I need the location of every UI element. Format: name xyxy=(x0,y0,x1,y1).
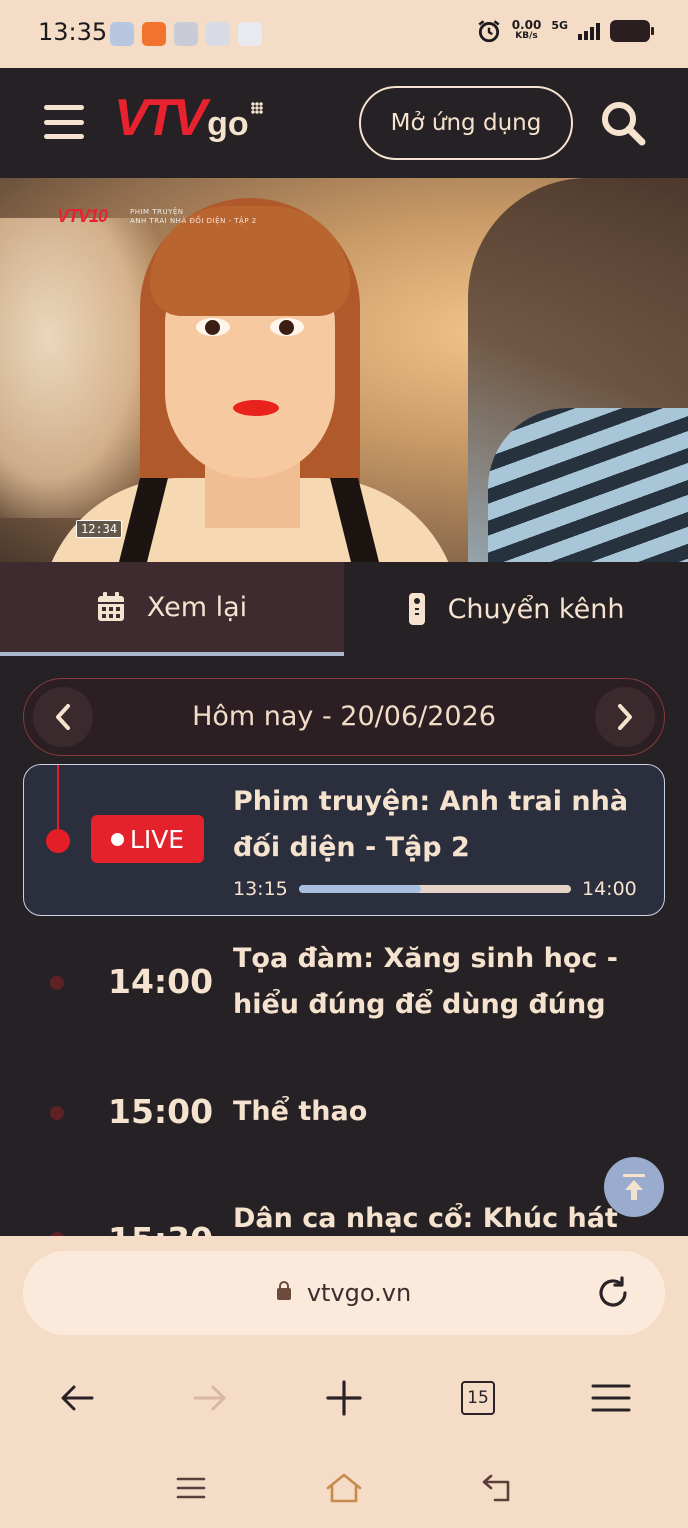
reload-icon[interactable] xyxy=(595,1275,631,1311)
tabs-button[interactable]: 15 xyxy=(448,1366,508,1430)
live-progress-bar xyxy=(299,885,571,893)
tab-replay[interactable]: Xem lại xyxy=(0,562,344,656)
plus-icon xyxy=(326,1380,362,1416)
browser-chrome: vtvgo.vn 15 xyxy=(0,1236,688,1528)
schedule-item[interactable]: 15:00 Thể thao xyxy=(0,1086,688,1146)
timeline-line xyxy=(57,765,59,837)
live-end-time: 14:00 xyxy=(582,878,637,900)
timeline-dot-live xyxy=(46,829,70,853)
chevron-right-icon xyxy=(618,704,632,730)
schedule-section: Hôm nay - 20/06/2026 LIVE Phim truyện: A… xyxy=(0,656,688,1236)
calendar-icon xyxy=(97,592,124,621)
net-speed-unit: KB/s xyxy=(515,31,538,41)
status-time: 13:35 xyxy=(38,18,108,46)
live-start-time: 13:15 xyxy=(233,878,288,900)
arrow-up-icon xyxy=(623,1174,645,1200)
home-icon xyxy=(326,1473,362,1503)
safari-app-icon xyxy=(206,22,230,46)
alarm-icon xyxy=(478,20,500,43)
caption-line-2: ANH TRAI NHÀ ĐỐI DIỆN - TẬP 2 xyxy=(130,217,257,225)
live-program-title: Phim truyện: Anh trai nhà đối diện - Tập… xyxy=(233,786,629,863)
tab-change-channel-label: Chuyển kênh xyxy=(447,593,625,625)
tab-count: 15 xyxy=(461,1381,495,1415)
vtvgo-logo[interactable]: VTV go xyxy=(114,92,263,144)
home-button[interactable] xyxy=(314,1460,374,1516)
arrow-right-icon xyxy=(193,1385,226,1411)
back-button[interactable] xyxy=(47,1366,107,1430)
eye-right xyxy=(270,318,304,336)
new-tab-button[interactable] xyxy=(314,1366,374,1430)
status-bar: 13:35 0.00 KB/s 5G xyxy=(0,0,688,68)
hamburger-menu-icon[interactable] xyxy=(44,105,84,139)
system-navigation-bar xyxy=(0,1460,688,1516)
open-app-button[interactable]: Mở ứng dụng xyxy=(359,86,573,160)
timeline-dot xyxy=(50,1106,64,1120)
program-time: 15:30 xyxy=(108,1220,213,1236)
program-title: Thể thao xyxy=(233,1096,368,1127)
menu-icon xyxy=(591,1384,631,1412)
podcast-app-icon xyxy=(174,22,198,46)
address-bar[interactable]: vtvgo.vn xyxy=(23,1251,665,1335)
timeline-dot xyxy=(50,976,64,990)
schedule-item[interactable]: 14:00 Tọa đàm: Xăng sinh học - hiểu đúng… xyxy=(0,936,688,1036)
program-time: 14:00 xyxy=(108,962,214,1001)
logo-vtv: VTV xyxy=(114,89,207,147)
channel-logo: VTV10 xyxy=(57,206,108,226)
live-badge-label: LIVE xyxy=(129,824,185,854)
notification-icons xyxy=(110,22,262,46)
program-title: Dân ca nhạc cổ: Khúc hát xyxy=(233,1203,618,1234)
recents-icon xyxy=(176,1477,206,1499)
video-player[interactable]: VTV10 PHIM TRUYỆN ANH TRAI NHÀ ĐỐI DIỆN … xyxy=(0,178,688,562)
tv-app-icon xyxy=(238,22,262,46)
battery-icon xyxy=(610,20,654,42)
browser-menu-button[interactable] xyxy=(581,1366,641,1430)
date-navigator: Hôm nay - 20/06/2026 xyxy=(23,678,665,756)
recent-apps-button[interactable] xyxy=(161,1460,221,1516)
status-right: 0.00 KB/s 5G xyxy=(476,18,654,44)
lips xyxy=(233,400,279,416)
files-app-icon xyxy=(110,22,134,46)
logo-dots-icon xyxy=(250,102,263,114)
background-light xyxy=(0,218,160,518)
logo-go: go xyxy=(207,105,249,143)
live-badge: LIVE xyxy=(91,815,204,863)
url-text: vtvgo.vn xyxy=(306,1279,412,1307)
back-nav-button[interactable] xyxy=(467,1460,527,1516)
tab-replay-label: Xem lại xyxy=(146,591,248,623)
search-icon[interactable] xyxy=(598,98,648,148)
program-time: 15:00 xyxy=(108,1092,214,1131)
caption-line-1: PHIM TRUYỆN xyxy=(130,208,184,216)
app-header: VTV go Mở ứng dụng xyxy=(0,68,688,178)
tab-change-channel[interactable]: Chuyển kênh xyxy=(344,562,688,656)
signal-icon xyxy=(578,22,600,40)
net-speed: 0.00 KB/s xyxy=(511,18,542,42)
url-display: vtvgo.vn xyxy=(23,1279,665,1307)
net-speed-value: 0.00 xyxy=(511,18,542,32)
scroll-to-top-button[interactable] xyxy=(604,1157,664,1217)
back-nav-icon xyxy=(482,1474,510,1502)
video-app-icon xyxy=(142,22,166,46)
browser-toolbar: 15 xyxy=(0,1366,688,1430)
live-dot-icon xyxy=(110,832,124,846)
episode-caption: PHIM TRUYỆN ANH TRAI NHÀ ĐỐI DIỆN - TẬP … xyxy=(130,208,257,226)
live-program-card[interactable]: LIVE Phim truyện: Anh trai nhà đối diện … xyxy=(23,764,665,916)
schedule-item[interactable]: 15:30 Dân ca nhạc cổ: Khúc hát xyxy=(0,1196,688,1236)
remote-icon xyxy=(408,593,425,625)
arrow-left-icon xyxy=(61,1385,94,1411)
eye-left xyxy=(196,318,230,336)
live-progress-fill xyxy=(299,885,422,893)
date-label: Hôm nay - 20/06/2026 xyxy=(192,701,496,732)
broadcast-clock: 12:34 xyxy=(76,520,123,538)
striped-shirt xyxy=(488,408,688,562)
program-title: Tọa đàm: Xăng sinh học - hiểu đúng để dù… xyxy=(233,943,619,1020)
tab-bar: Xem lại Chuyển kênh xyxy=(0,562,688,656)
lock-icon xyxy=(276,1281,291,1300)
forward-button[interactable] xyxy=(180,1366,240,1430)
network-type: 5G xyxy=(551,18,568,32)
next-day-button[interactable] xyxy=(595,687,655,747)
